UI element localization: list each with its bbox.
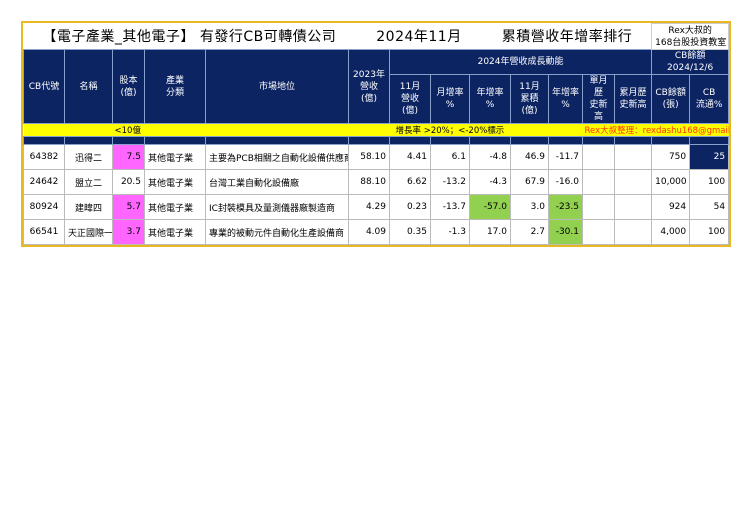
cell-market: IC封裝模具及量測儀器廠製造商 — [205, 194, 349, 220]
subheader: 月增率 % — [430, 74, 470, 124]
group-growth: 2024年營收成長動能 — [388, 49, 653, 75]
cell-industry: 其他電子業 — [144, 194, 206, 220]
report-title: 【電子產業_其他電子】 有發行CB可轉債公司 2024年11月 累積營收年增率排行 — [23, 23, 652, 50]
cell-code: 80924 — [23, 194, 65, 220]
cell-capital: 3.7 — [112, 219, 145, 245]
col-market: 市場地位 — [205, 49, 349, 124]
cell-cum-yoy: -16.0 — [548, 169, 583, 195]
cell-cb-bal: 4,000 — [651, 219, 691, 245]
cell-rev2023: 4.29 — [348, 194, 390, 220]
table-row: 24642 盟立二 20.5 其他電子業 台灣工業自動化設備廠 88.10 6.62 -13.… — [23, 169, 730, 195]
credit: Rex大叔整理：rexdashu168@gmail.com — [582, 123, 729, 137]
subheader: CB 流通% — [689, 74, 730, 124]
cell-cum-yoy: -30.1 — [548, 219, 583, 245]
cell-nov-rev: 0.35 — [389, 219, 431, 245]
cell-rev2023: 58.10 — [348, 144, 390, 170]
cell-capital: 7.5 — [112, 144, 145, 170]
cell-nov-rev: 0.23 — [389, 194, 431, 220]
cell-yoy: -4.3 — [469, 169, 511, 195]
subheader: 累月歷 史新高 — [613, 74, 653, 124]
group-cb-balance: CB餘額 2024/12/6 — [651, 49, 730, 75]
cell-hi-m — [582, 169, 615, 195]
col-rev2023: 2023年 營收(億) — [348, 49, 390, 124]
cell-cb-pct: 54 — [689, 194, 730, 220]
cell-mom: -1.3 — [430, 219, 470, 245]
cell-cum-yoy: -11.7 — [548, 144, 583, 170]
cell-rev2023: 88.10 — [348, 169, 390, 195]
cell-cb-pct: 25 — [689, 144, 730, 170]
cell-cb-bal: 924 — [651, 194, 691, 220]
col-name: 名稱 — [64, 49, 113, 124]
cell-industry: 其他電子業 — [144, 144, 206, 170]
col-industry: 產業 分類 — [144, 49, 206, 124]
cell-nov-rev: 4.41 — [389, 144, 431, 170]
subheader: CB餘額 (張) — [651, 74, 691, 124]
cell-mom: -13.2 — [430, 169, 470, 195]
cell-yoy: -57.0 — [469, 194, 511, 220]
cell-cum: 3.0 — [510, 194, 549, 220]
cell-cb-bal: 750 — [651, 144, 691, 170]
table-row: 66541 天正國際一 3.7 其他電子業 專業的被動元件自動化生產設備商 4.09 0.3… — [23, 219, 730, 245]
cell-yoy: -4.8 — [469, 144, 511, 170]
cell-nov-rev: 6.62 — [389, 169, 431, 195]
cell-industry: 其他電子業 — [144, 169, 206, 195]
table-row: 80924 建暐四 5.7 其他電子業 IC封裝模具及量測儀器廠製造商 4.29 0.23-… — [23, 194, 730, 220]
cell-cb-bal: 10,000 — [651, 169, 691, 195]
cell-market: 專業的被動元件自動化生產設備商 — [205, 219, 349, 245]
cb-ranking-table: 【電子產業_其他電子】 有發行CB可轉債公司 2024年11月 累積營收年增率排行 … — [23, 23, 730, 245]
cell-name: 天正國際一 — [64, 219, 113, 245]
cell-mom: -13.7 — [430, 194, 470, 220]
subheader: 11月 營收(億) — [389, 74, 431, 124]
cell-name: 盟立二 — [64, 169, 113, 195]
cell-cb-pct: 100 — [689, 169, 730, 195]
cell-hi-m — [582, 144, 615, 170]
brand-box: Rex大叔的 168台股投資教室 — [651, 23, 730, 50]
cell-hi-m — [582, 219, 615, 245]
cell-cum: 2.7 — [510, 219, 549, 245]
cell-cb-pct: 100 — [689, 219, 730, 245]
cell-name: 建暐四 — [64, 194, 113, 220]
table-row: 64382 迅得二 7.5 其他電子業 主要為PCB相關之自動化設備供應商 58.10 4.… — [23, 144, 730, 170]
cell-cum: 46.9 — [510, 144, 549, 170]
cell-code: 66541 — [23, 219, 65, 245]
cell-capital: 20.5 — [112, 169, 145, 195]
cell-yoy: 17.0 — [469, 219, 511, 245]
cell-hi-c — [613, 169, 653, 195]
cell-cum: 67.9 — [510, 169, 549, 195]
cell-code: 24642 — [23, 169, 65, 195]
growth-note: 增長率 >20%；<-20%標示 — [389, 123, 583, 137]
col-capital: 股本 (億) — [112, 49, 145, 124]
cell-industry: 其他電子業 — [144, 219, 206, 245]
capital-note: <10億 — [112, 123, 206, 137]
cell-name: 迅得二 — [64, 144, 113, 170]
subheader: 年增率 % — [548, 74, 583, 124]
cell-market: 主要為PCB相關之自動化設備供應商 — [205, 144, 349, 170]
cell-hi-m — [582, 194, 615, 220]
cell-hi-c — [613, 219, 653, 245]
subheader: 年增率 % — [469, 74, 511, 124]
cell-hi-c — [613, 194, 653, 220]
subheader: 11月 累積(億) — [510, 74, 549, 124]
cell-capital: 5.7 — [112, 194, 145, 220]
subheader: 單月歷 史新高 — [582, 74, 615, 124]
cell-code: 64382 — [23, 144, 65, 170]
cell-rev2023: 4.09 — [348, 219, 390, 245]
cell-market: 台灣工業自動化設備廠 — [205, 169, 349, 195]
report-frame: 【電子產業_其他電子】 有發行CB可轉債公司 2024年11月 累積營收年增率排行 … — [21, 21, 731, 247]
cell-mom: 6.1 — [430, 144, 470, 170]
cell-cum-yoy: -23.5 — [548, 194, 583, 220]
cell-hi-c — [613, 144, 653, 170]
col-cb-code: CB代號 — [23, 49, 65, 124]
